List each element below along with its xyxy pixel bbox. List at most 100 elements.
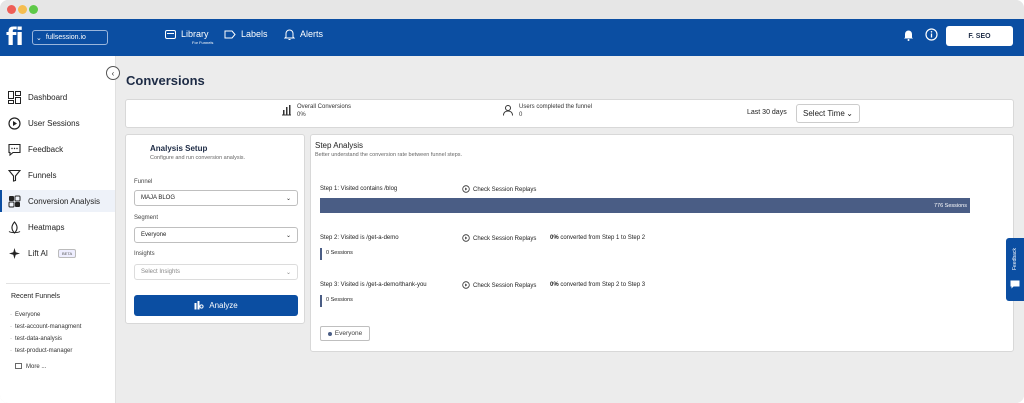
conversion-icon <box>8 195 21 208</box>
check-replays-step-1[interactable]: Check Session Replays <box>462 185 536 195</box>
maximize-window-button[interactable] <box>29 5 38 14</box>
funnel-field-label: Funnel <box>134 179 153 185</box>
step-2-label: Step 2: Visited is /get-a-demo <box>320 235 399 241</box>
nav-alerts-label: Alerts <box>300 29 324 39</box>
step-2-conversion-pct: 0% <box>550 235 559 241</box>
step-3-conversion: 0% converted from Step 2 to Step 3 <box>550 282 645 288</box>
page-title: Conversions <box>126 73 205 88</box>
analysis-setup-subtitle: Configure and run conversion analysis. <box>150 155 246 161</box>
period-label: Last 30 days <box>747 109 787 116</box>
segment-field-label: Segment <box>134 215 159 221</box>
analyze-icon <box>194 300 204 312</box>
legend-label: Everyone <box>334 330 363 337</box>
analyze-button[interactable]: Analyze <box>134 295 298 316</box>
step-analysis-card <box>310 134 1014 352</box>
sidebar-item-feedback[interactable]: Feedback <box>0 138 115 160</box>
sidebar-item-funnels[interactable]: Funnels <box>0 164 115 186</box>
recent-funnels-title: Recent Funnels <box>11 293 61 300</box>
insights-select[interactable]: Select Insights ⌄ <box>134 264 298 280</box>
check-replays-label: Check Session Replays <box>473 283 537 289</box>
feedback-tab-label: Feedback <box>1012 248 1018 271</box>
minimize-window-button[interactable] <box>18 5 27 14</box>
check-replays-step-3[interactable]: Check Session Replays <box>462 281 536 291</box>
funnel-select[interactable]: MAJA BLOG ⌄ <box>134 190 298 206</box>
funnel-icon <box>8 169 21 182</box>
play-circle-icon <box>8 116 21 130</box>
play-circle-icon <box>462 185 470 195</box>
top-navigation: fi ⌄ fullsession.io Library For Funnels … <box>0 19 1024 56</box>
sidebar-item-dashboard[interactable]: Dashboard <box>0 86 115 108</box>
notifications-bell-icon[interactable] <box>902 28 915 41</box>
check-replays-label: Check Session Replays <box>473 236 537 242</box>
sidebar-item-user-sessions[interactable]: User Sessions <box>0 112 115 134</box>
analysis-setup-title: Analysis Setup <box>150 144 208 153</box>
sidebar-item-label: User Sessions <box>28 118 80 128</box>
users-completed-value: 0 <box>519 112 523 118</box>
step-2-conversion-text: converted from Step 1 to Step 2 <box>560 235 646 241</box>
chevron-down-icon: ⌄ <box>285 269 291 276</box>
chevron-left-icon: ‹ <box>111 68 115 78</box>
sidebar-item-heatmaps[interactable]: Heatmaps <box>0 216 115 238</box>
close-window-button[interactable] <box>7 5 16 14</box>
app-logo[interactable]: fi <box>6 23 24 51</box>
feedback-tab[interactable]: Feedback <box>1006 238 1024 301</box>
info-icon[interactable] <box>925 28 938 41</box>
users-completed-metric: Users completed the funnel 0 <box>502 104 592 118</box>
sparkle-icon <box>8 247 21 260</box>
heatmap-icon <box>8 220 21 234</box>
overall-conversions-label: Overall Conversions <box>297 104 352 110</box>
sidebar-item-lift-ai[interactable]: Lift AI BETA <box>0 242 115 264</box>
time-select-dropdown[interactable]: Select Time ⌄ <box>796 104 860 123</box>
sidebar-item-label: Lift AI <box>28 248 49 258</box>
step-1-label: Step 1: Visited contains /blog <box>320 186 398 192</box>
step-3-conversion-text: converted from Step 2 to Step 3 <box>560 282 646 288</box>
nav-alerts[interactable]: Alerts <box>283 28 323 40</box>
analyze-label: Analyze <box>209 301 238 310</box>
collapse-sidebar-button[interactable]: ‹ <box>106 66 120 80</box>
window-titlebar <box>0 0 1024 19</box>
recent-funnel-item[interactable]: test-data-analysis <box>10 336 62 342</box>
chevron-down-icon: ⌄ <box>285 232 291 239</box>
chat-icon <box>1010 280 1020 289</box>
recent-funnel-item[interactable]: test-account-managment <box>10 324 81 330</box>
funnel-select-value: MAJA BLOG <box>141 195 176 201</box>
step-3-bar <box>320 295 322 307</box>
segment-select-value: Everyone <box>141 232 167 238</box>
insights-select-placeholder: Select Insights <box>141 269 181 275</box>
sidebar-item-label: Funnels <box>28 170 57 180</box>
step-2-sessions: 0 Sessions <box>326 250 353 256</box>
tag-icon <box>224 28 236 40</box>
more-label: More ... <box>26 363 47 370</box>
nav-library-sublabel: For Funnels <box>192 40 214 45</box>
play-circle-icon <box>462 234 470 244</box>
segment-select[interactable]: Everyone ⌄ <box>134 227 298 243</box>
play-circle-icon <box>462 281 470 291</box>
sidebar: Dashboard User Sessions Feedback Funnels… <box>0 56 116 403</box>
sidebar-item-conversion-analysis[interactable]: Conversion Analysis <box>0 190 115 212</box>
overall-conversions-metric: Overall Conversions 0% <box>281 104 351 118</box>
more-funnels-link[interactable]: More ... <box>15 362 46 371</box>
recent-funnel-item[interactable]: Everyone <box>10 312 40 318</box>
step-analysis-title: Step Analysis <box>315 141 364 150</box>
nav-library[interactable]: Library For Funnels <box>164 28 213 45</box>
bell-icon <box>283 28 295 40</box>
nav-library-label: Library <box>181 29 209 39</box>
sidebar-item-label: Feedback <box>28 144 64 154</box>
user-menu-button[interactable]: F. SEO <box>946 26 1013 46</box>
step-3-sessions: 0 Sessions <box>326 297 353 303</box>
time-select-value: Select Time <box>803 109 845 118</box>
recent-funnel-item[interactable]: test-product-manager <box>10 348 72 354</box>
step-analysis-subtitle: Better understand the conversion rate be… <box>315 152 463 158</box>
chevron-down-icon: ⌄ <box>285 195 291 202</box>
check-replays-label: Check Session Replays <box>473 187 537 193</box>
app-window: fi ⌄ fullsession.io Library For Funnels … <box>0 0 1024 403</box>
nav-labels[interactable]: Labels <box>224 28 268 40</box>
sidebar-divider <box>6 283 110 284</box>
overall-conversions-value: 0% <box>297 112 306 118</box>
site-selector[interactable]: ⌄ fullsession.io <box>32 30 108 45</box>
segment-legend[interactable]: Everyone <box>320 326 370 341</box>
dashboard-icon <box>8 90 21 104</box>
check-replays-step-2[interactable]: Check Session Replays <box>462 234 536 244</box>
step-2-bar <box>320 248 322 260</box>
step-1-sessions: 776 Sessions <box>933 202 967 209</box>
